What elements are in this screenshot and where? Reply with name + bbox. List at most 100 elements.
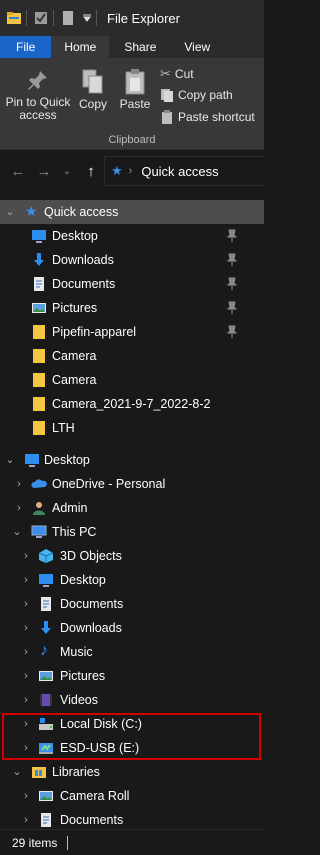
scissors-icon: ✂ (160, 66, 171, 81)
tree-label: Videos (60, 693, 98, 707)
tree-item-qa-camera[interactable]: Camera (0, 344, 264, 368)
expanded-chevron-icon[interactable]: ⌄ (5, 455, 15, 466)
tree-item-qa-camera[interactable]: Camera (0, 368, 264, 392)
tree-label: Local Disk (C:) (60, 717, 142, 731)
tree-label: Admin (52, 501, 88, 515)
customize-quick-access-icon[interactable] (82, 13, 92, 23)
documents-icon (41, 813, 51, 827)
breadcrumb-chevron-icon: › (128, 165, 133, 177)
computer-icon (31, 525, 47, 538)
tree-item-qa-documents[interactable]: Documents (0, 272, 264, 296)
collapsed-chevron-icon[interactable]: › (21, 551, 31, 562)
navigation-bar: ← → ⌄ ↑ ★ › Quick access (0, 150, 264, 192)
paste-shortcut-button[interactable]: Paste shortcut (160, 110, 255, 124)
tree-item-local-disk-c[interactable]: › Local Disk (C:) (0, 712, 264, 736)
copy-button[interactable]: Copy (75, 68, 111, 111)
pin-label-line2: access (19, 108, 57, 122)
tab-share[interactable]: Share (109, 36, 171, 58)
collapsed-chevron-icon[interactable]: › (21, 743, 31, 754)
collapsed-chevron-icon[interactable]: › (21, 623, 31, 634)
tree-item-onedrive[interactable]: › OneDrive - Personal (0, 472, 264, 496)
pin-to-quick-access-button[interactable]: Pin to Quick access (4, 68, 72, 122)
paste-button[interactable]: Paste (116, 68, 154, 111)
tree-item-pc-documents[interactable]: › Documents (0, 592, 264, 616)
tree-item-3d-objects[interactable]: › 3D Objects (0, 544, 264, 568)
up-button[interactable]: ↑ (82, 162, 100, 180)
collapsed-chevron-icon[interactable]: › (21, 815, 31, 826)
tree-item-libraries[interactable]: ⌄ Libraries (0, 760, 264, 784)
tree-label: OneDrive - Personal (52, 477, 166, 491)
cut-button[interactable]: ✂ Cut (160, 66, 194, 82)
tree-label: Desktop (44, 453, 90, 467)
tree-item-qa-pictures[interactable]: Pictures (0, 296, 264, 320)
tree-item-admin[interactable]: › Admin (0, 496, 264, 520)
new-folder-icon[interactable] (60, 10, 76, 26)
collapsed-chevron-icon[interactable]: › (21, 719, 31, 730)
collapsed-chevron-icon[interactable]: › (21, 671, 31, 682)
expanded-chevron-icon[interactable]: ⌄ (12, 767, 22, 778)
tree-item-quick-access[interactable]: ⌄ ★ Quick access (0, 200, 264, 224)
tree-item-desktop[interactable]: ⌄ Desktop (0, 448, 264, 472)
usb-drive-icon (39, 743, 53, 754)
copy-label: Copy (78, 97, 107, 111)
tab-home[interactable]: Home (51, 36, 110, 58)
tree-item-camera-roll[interactable]: › Camera Roll (0, 784, 264, 808)
pinned-icon (226, 229, 238, 243)
tree-label: Documents (60, 597, 124, 611)
recent-locations-button[interactable]: ⌄ (58, 162, 76, 180)
tree-label: Quick access (44, 205, 119, 219)
forward-button[interactable]: → (35, 162, 53, 180)
tree-label: Downloads (52, 253, 114, 267)
tab-file[interactable]: File (0, 36, 52, 58)
pinned-icon (226, 277, 238, 291)
tree-item-qa-downloads[interactable]: Downloads (0, 248, 264, 272)
window-title: File Explorer (107, 10, 180, 26)
collapsed-chevron-icon[interactable]: › (14, 503, 24, 514)
tree-label: Libraries (52, 765, 100, 779)
expanded-chevron-icon[interactable]: ⌄ (12, 527, 22, 538)
folder-icon (33, 397, 45, 411)
paste-shortcut-label: Paste shortcut (178, 110, 255, 124)
documents-icon (34, 277, 44, 291)
collapsed-chevron-icon[interactable]: › (21, 575, 31, 586)
ribbon-tabs: File Home Share View (0, 36, 264, 58)
expanded-chevron-icon[interactable]: ⌄ (5, 207, 15, 218)
tree-item-pc-desktop[interactable]: › Desktop (0, 568, 264, 592)
back-button[interactable]: ← (9, 162, 27, 180)
properties-icon[interactable] (33, 10, 49, 26)
tree-item-esd-usb-e[interactable]: › ESD-USB (E:) (0, 736, 264, 760)
collapsed-chevron-icon[interactable]: › (21, 599, 31, 610)
tree-label: This PC (52, 525, 97, 539)
address-bar[interactable]: ★ › Quick access (104, 156, 264, 186)
tree-item-qa-desktop[interactable]: Desktop (0, 224, 264, 248)
tree-label: Desktop (60, 573, 106, 587)
user-folder-icon (33, 502, 45, 515)
copy-path-button[interactable]: Copy path (160, 88, 233, 102)
collapsed-chevron-icon[interactable]: › (14, 479, 24, 490)
documents-icon (41, 597, 51, 611)
tree-item-this-pc[interactable]: ⌄ This PC (0, 520, 264, 544)
tree-item-qa-pipefin-apparel[interactable]: Pipefin-apparel (0, 320, 264, 344)
paste-label: Paste (119, 97, 151, 111)
local-disk-icon (39, 718, 53, 730)
tab-view[interactable]: View (171, 36, 223, 58)
pin-icon (28, 71, 47, 90)
tree-item-qa-camera-2021[interactable]: Camera_2021-9-7_2022-8-2 (0, 392, 264, 416)
collapsed-chevron-icon[interactable]: › (21, 695, 31, 706)
clipboard-group-label: Clipboard (108, 134, 156, 146)
tree-item-pc-music[interactable]: › ♪ Music (0, 640, 264, 664)
tree-item-pc-videos[interactable]: › Videos (0, 688, 264, 712)
tree-item-pc-pictures[interactable]: › Pictures (0, 664, 264, 688)
title-bar: File Explorer (0, 0, 264, 36)
tree-label: Pictures (60, 669, 106, 683)
onedrive-cloud-icon (31, 479, 47, 488)
tree-item-pc-downloads[interactable]: › Downloads (0, 616, 264, 640)
tree-label: Pictures (52, 301, 98, 315)
title-separator (53, 10, 54, 26)
collapsed-chevron-icon[interactable]: › (21, 791, 31, 802)
cut-label: Cut (174, 67, 194, 81)
collapsed-chevron-icon[interactable]: › (21, 647, 31, 658)
tree-item-qa-lth[interactable]: LTH (0, 416, 264, 440)
downloads-icon (34, 253, 44, 266)
address-path[interactable]: Quick access (141, 164, 218, 179)
